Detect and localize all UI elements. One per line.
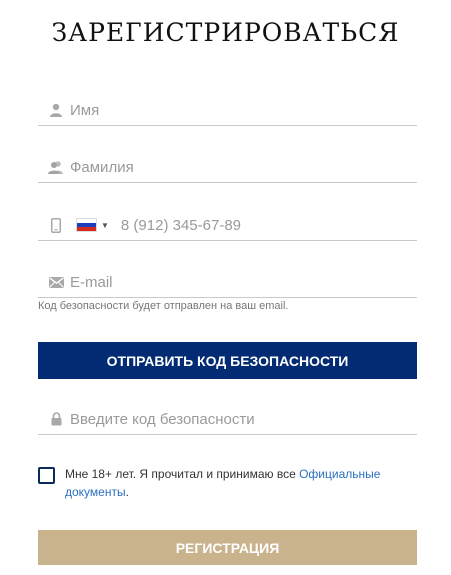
mobile-phone-icon bbox=[46, 215, 66, 235]
russia-flag-icon bbox=[76, 218, 97, 232]
surname-field-row bbox=[38, 152, 417, 183]
phone-field-row: ▼ bbox=[38, 210, 417, 241]
email-field-row bbox=[38, 267, 417, 298]
first-name-input[interactable] bbox=[70, 101, 370, 119]
envelope-icon bbox=[46, 272, 66, 292]
agreement-row: Мне 18+ лет. Я прочитал и принимаю все О… bbox=[38, 465, 417, 501]
last-name-input[interactable] bbox=[70, 158, 370, 176]
page-title: ЗАРЕГИСТРИРОВАТЬСЯ bbox=[51, 18, 400, 47]
email-input[interactable] bbox=[70, 273, 370, 291]
country-selector[interactable]: ▼ bbox=[76, 218, 109, 232]
lock-icon bbox=[46, 409, 66, 429]
agreement-label: Мне 18+ лет. Я прочитал и принимаю все bbox=[65, 467, 300, 481]
phone-input[interactable] bbox=[120, 216, 381, 234]
email-hint-text: Код безопасности будет отправлен на ваш … bbox=[38, 300, 289, 312]
security-code-input[interactable] bbox=[70, 410, 370, 428]
agreement-text: Мне 18+ лет. Я прочитал и принимаю все О… bbox=[65, 465, 417, 501]
send-security-code-button[interactable]: ОТПРАВИТЬ КОД БЕЗОПАСНОСТИ bbox=[38, 342, 417, 379]
person-icon bbox=[46, 100, 66, 120]
security-code-field-row bbox=[38, 404, 417, 435]
name-field-row bbox=[38, 95, 417, 126]
caret-down-icon: ▼ bbox=[101, 220, 109, 230]
agreement-suffix: . bbox=[125, 485, 129, 499]
register-button[interactable]: РЕГИСТРАЦИЯ bbox=[38, 530, 417, 565]
people-icon bbox=[46, 157, 66, 177]
agreement-checkbox[interactable] bbox=[38, 467, 55, 484]
